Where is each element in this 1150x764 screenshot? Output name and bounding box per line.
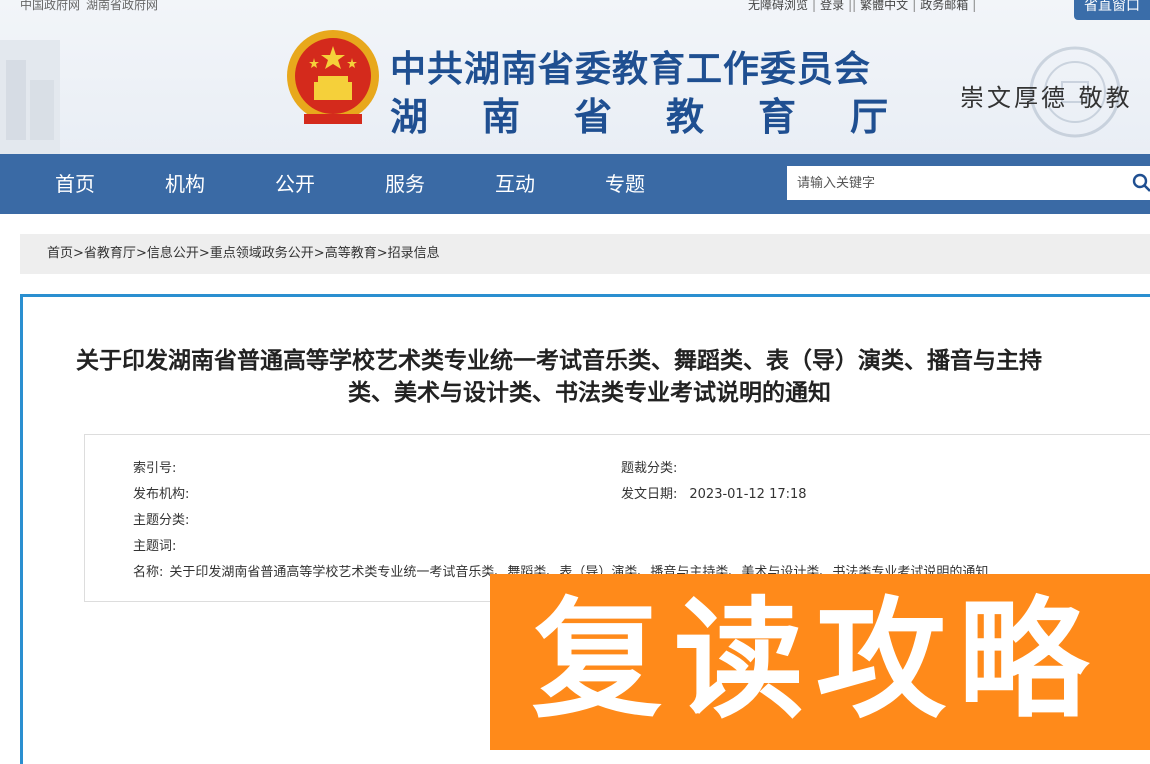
site-title-line1: 中共湖南省委教育工作委员会 (390, 40, 871, 92)
search-icon[interactable] (1132, 173, 1150, 193)
nav-item-services[interactable]: 服务 (385, 154, 425, 214)
breadcrumb-home[interactable]: 首页 (47, 246, 73, 261)
meta-publisher: 发布机构: (133, 483, 195, 502)
watermark-banner: 复读攻略 (490, 574, 1150, 750)
login-link[interactable]: 登录 (820, 0, 844, 12)
national-emblem-icon (284, 24, 382, 132)
meta-index: 索引号: (133, 457, 182, 476)
nav-item-interaction[interactable]: 互动 (495, 154, 535, 214)
site-title-line2: 湖南省教育厅 (390, 86, 942, 141)
meta-date: 发文日期:2023-01-12 17:18 (621, 483, 807, 502)
hunan-gov-link[interactable]: 湖南省政府网 (86, 0, 158, 12)
gov-email-link[interactable]: 政务邮箱 (920, 0, 968, 12)
accessibility-link[interactable]: 无障碍浏览 (748, 0, 808, 12)
site-header: 中共湖南省委教育工作委员会 湖南省教育厅 崇文厚德 敬教 (0, 0, 1150, 154)
breadcrumb-info-disclosure[interactable]: 信息公开 (147, 246, 199, 261)
breadcrumb-admissions[interactable]: 招录信息 (388, 246, 440, 261)
motto-text: 崇文厚德 敬教 (960, 78, 1133, 113)
building-sketch-decoration (0, 30, 60, 154)
search-box (787, 166, 1150, 200)
meta-category: 题裁分类: (621, 457, 683, 476)
breadcrumb-higher-education[interactable]: 高等教育 (325, 246, 377, 261)
search-input[interactable] (787, 166, 1117, 200)
provincial-window-button[interactable]: 省直窗口 (1074, 0, 1150, 20)
watermark-text: 复读攻略 (532, 580, 1100, 740)
article-title-line1: 关于印发湖南省普通高等学校艺术类专业统一考试音乐类、舞蹈类、表（导）演类、播音与… (76, 345, 1150, 377)
meta-keywords: 主题词: (133, 535, 182, 554)
article-title-line2: 类、美术与设计类、书法类专业考试说明的通知 (76, 377, 1150, 409)
nav-item-disclosure[interactable]: 公开 (275, 154, 315, 214)
traditional-chinese-link[interactable]: 繁體中文 (860, 0, 908, 12)
meta-topic: 主题分类: (133, 509, 195, 528)
breadcrumb: 首页>省教育厅>信息公开>重点领域政务公开>高等教育>招录信息 (20, 234, 1150, 274)
nav-item-topics[interactable]: 专题 (605, 154, 645, 214)
nav-item-organization[interactable]: 机构 (165, 154, 205, 214)
breadcrumb-department[interactable]: 省教育厅 (84, 246, 136, 261)
nav-item-home[interactable]: 首页 (55, 154, 95, 214)
breadcrumb-key-areas[interactable]: 重点领域政务公开 (210, 246, 314, 261)
article-title: 关于印发湖南省普通高等学校艺术类专业统一考试音乐类、舞蹈类、表（导）演类、播音与… (76, 345, 1150, 409)
top-utility-bar: 中国政府网湖南省政府网 无障碍浏览|登录||繁體中文|政务邮箱| (0, 0, 1150, 14)
gov-site-link[interactable]: 中国政府网 (20, 0, 80, 12)
